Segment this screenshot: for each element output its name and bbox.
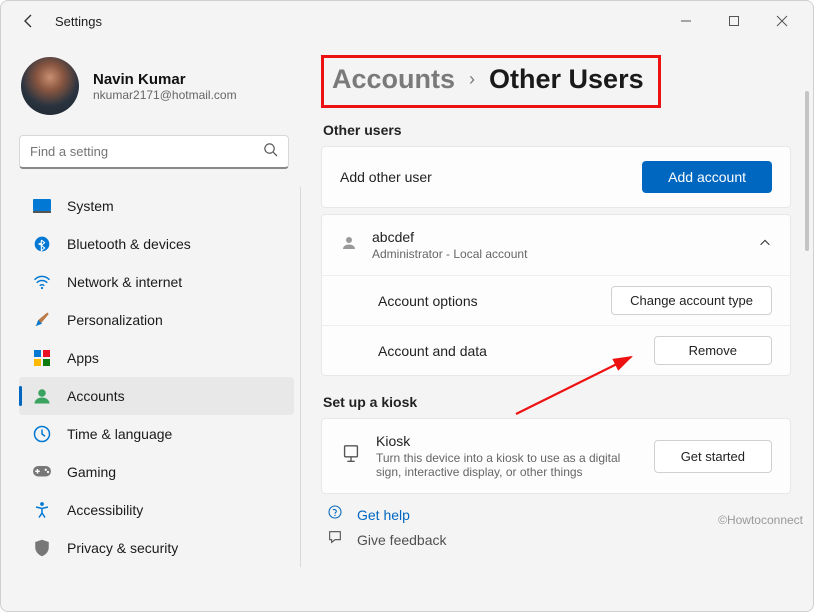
sidebar-item-time[interactable]: Time & language: [19, 415, 294, 453]
apps-icon: [33, 349, 51, 367]
sidebar-item-label: Privacy & security: [67, 540, 178, 556]
get-started-button[interactable]: Get started: [654, 440, 772, 473]
profile-email: nkumar2171@hotmail.com: [93, 88, 237, 102]
sidebar-item-accounts[interactable]: Accounts: [19, 377, 294, 415]
sidebar-item-label: Accounts: [67, 388, 125, 404]
account-data-row: Account and data Remove: [322, 325, 790, 375]
kiosk-card: Kiosk Turn this device into a kiosk to u…: [321, 418, 791, 494]
wifi-icon: [33, 273, 51, 291]
sidebar-item-brush[interactable]: Personalization: [19, 301, 294, 339]
watermark: ©Howtoconnect: [718, 513, 803, 527]
brush-icon: [33, 311, 51, 329]
account-options-row: Account options Change account type: [322, 275, 790, 325]
give-feedback-link[interactable]: Give feedback: [357, 532, 447, 548]
account-data-label: Account and data: [378, 343, 654, 359]
add-account-button[interactable]: Add account: [642, 161, 772, 193]
gaming-icon: [33, 463, 51, 481]
sidebar-item-label: Time & language: [67, 426, 172, 442]
system-icon: [33, 197, 51, 215]
privacy-icon: [33, 539, 51, 557]
maximize-button[interactable]: [711, 5, 757, 37]
user-role: Administrator - Local account: [372, 247, 744, 261]
sidebar-item-label: Network & internet: [67, 274, 182, 290]
remove-button[interactable]: Remove: [654, 336, 772, 365]
nav-list: System Bluetooth & devices Network & inter…: [19, 187, 301, 567]
breadcrumb-parent[interactable]: Accounts: [332, 64, 455, 95]
sidebar-item-label: Apps: [67, 350, 99, 366]
change-account-type-button[interactable]: Change account type: [611, 286, 772, 315]
chevron-up-icon: [758, 236, 772, 255]
sidebar-item-apps[interactable]: Apps: [19, 339, 294, 377]
chevron-right-icon: ›: [469, 69, 475, 90]
sidebar-item-label: Accessibility: [67, 502, 143, 518]
search-box[interactable]: [19, 135, 289, 169]
account-options-label: Account options: [378, 293, 611, 309]
back-button[interactable]: [15, 7, 43, 35]
add-other-user-label: Add other user: [340, 169, 628, 185]
section-other-users-title: Other users: [323, 122, 791, 138]
give-feedback-row[interactable]: Give feedback: [321, 529, 791, 550]
user-card: abcdef Administrator - Local account Acc…: [321, 214, 791, 376]
kiosk-desc: Turn this device into a kiosk to use as …: [376, 451, 640, 479]
sidebar-item-accessibility[interactable]: Accessibility: [19, 491, 294, 529]
sidebar-item-system[interactable]: System: [19, 187, 294, 225]
breadcrumb-current: Other Users: [489, 64, 644, 95]
sidebar-item-wifi[interactable]: Network & internet: [19, 263, 294, 301]
sidebar-item-label: Bluetooth & devices: [67, 236, 191, 252]
search-input[interactable]: [30, 144, 263, 159]
user-name: abcdef: [372, 229, 744, 245]
close-button[interactable]: [759, 5, 805, 37]
breadcrumb: Accounts › Other Users: [332, 64, 644, 95]
profile-block[interactable]: Navin Kumar nkumar2171@hotmail.com: [19, 53, 303, 129]
kiosk-icon: [340, 443, 362, 470]
sidebar-item-bluetooth[interactable]: Bluetooth & devices: [19, 225, 294, 263]
feedback-icon: [327, 529, 343, 550]
minimize-button[interactable]: [663, 5, 709, 37]
scrollbar[interactable]: [805, 91, 809, 251]
profile-name: Navin Kumar: [93, 71, 237, 88]
accessibility-icon: [33, 501, 51, 519]
main-content: Accounts › Other Users Other users Add o…: [303, 41, 813, 611]
bluetooth-icon: [33, 235, 51, 253]
avatar: [21, 57, 79, 115]
sidebar-item-label: Gaming: [67, 464, 116, 480]
add-user-card: Add other user Add account: [321, 146, 791, 208]
help-icon: [327, 504, 343, 525]
user-card-header[interactable]: abcdef Administrator - Local account: [322, 215, 790, 275]
sidebar-item-label: Personalization: [67, 312, 163, 328]
time-icon: [33, 425, 51, 443]
window-title: Settings: [55, 14, 102, 29]
sidebar-item-label: System: [67, 198, 114, 214]
kiosk-heading: Kiosk: [376, 433, 640, 449]
sidebar-item-gaming[interactable]: Gaming: [19, 453, 294, 491]
accounts-icon: [33, 387, 51, 405]
get-help-link[interactable]: Get help: [357, 507, 410, 523]
person-icon: [340, 234, 358, 257]
sidebar: Navin Kumar nkumar2171@hotmail.com Syste…: [1, 41, 303, 611]
sidebar-item-privacy[interactable]: Privacy & security: [19, 529, 294, 567]
section-kiosk-title: Set up a kiosk: [323, 394, 791, 410]
search-icon: [263, 142, 278, 162]
breadcrumb-highlight: Accounts › Other Users: [321, 55, 661, 108]
titlebar: Settings: [1, 1, 813, 41]
